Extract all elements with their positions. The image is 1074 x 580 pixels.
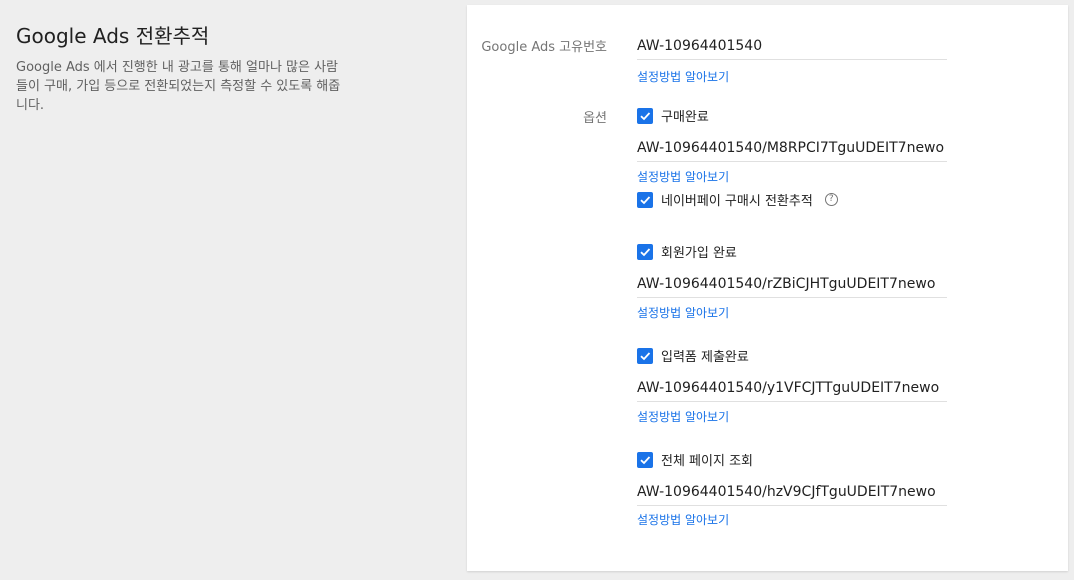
checkbox-all-page-view[interactable]: 전체 페이지 조회 xyxy=(637,450,753,469)
form-submit-field[interactable] xyxy=(637,377,947,402)
settings-card: Google Ads 고유번호 설정방법 알아보기 옵션 구매완료 설정방법 알… xyxy=(467,5,1068,571)
ads-id-label: Google Ads 고유번호 xyxy=(481,40,607,55)
page-description: Google Ads 에서 진행한 내 광고를 통해 얼마나 많은 사람들이 구… xyxy=(16,60,341,113)
checkbox-purchase-complete[interactable]: 구매완료 xyxy=(637,106,709,125)
all-page-view-input[interactable] xyxy=(637,481,947,503)
purchase-complete-help-link[interactable]: 설정방법 알아보기 xyxy=(637,168,729,185)
signup-complete-field[interactable] xyxy=(637,273,947,298)
checkbox-label: 구매완료 xyxy=(661,110,709,125)
options-label: 옵션 xyxy=(583,111,607,126)
checkbox-checked-icon[interactable] xyxy=(637,347,653,364)
checkbox-checked-icon[interactable] xyxy=(637,107,653,124)
signup-complete-help-link[interactable]: 설정방법 알아보기 xyxy=(637,304,729,321)
form-submit-help-link[interactable]: 설정방법 알아보기 xyxy=(637,408,729,425)
purchase-complete-input[interactable] xyxy=(637,137,947,159)
all-page-view-field[interactable] xyxy=(637,481,947,506)
question-circle-icon[interactable]: ? xyxy=(824,193,838,206)
checkbox-label: 네이버페이 구매시 전환추적 xyxy=(661,194,813,209)
page-title: Google Ads 전환추적 xyxy=(16,24,210,48)
checkbox-label: 입력폼 제출완료 xyxy=(661,350,749,365)
checkbox-label: 전체 페이지 조회 xyxy=(661,454,753,469)
ads-id-field[interactable] xyxy=(637,35,947,60)
signup-complete-input[interactable] xyxy=(637,273,947,295)
checkbox-signup-complete[interactable]: 회원가입 완료 xyxy=(637,242,737,261)
checkbox-checked-icon[interactable] xyxy=(637,451,653,468)
all-page-view-help-link[interactable]: 설정방법 알아보기 xyxy=(637,511,729,528)
checkbox-form-submit-complete[interactable]: 입력폼 제출완료 xyxy=(637,346,749,365)
ads-id-help-link[interactable]: 설정방법 알아보기 xyxy=(637,68,729,85)
ads-id-input[interactable] xyxy=(637,35,947,57)
form-submit-input[interactable] xyxy=(637,377,947,399)
checkbox-naverpay-conversion[interactable]: 네이버페이 구매시 전환추적 ? xyxy=(637,190,838,209)
purchase-complete-field[interactable] xyxy=(637,137,947,162)
checkbox-checked-icon[interactable] xyxy=(637,191,653,208)
section-header: Google Ads 전환추적 Google Ads 에서 진행한 내 광고를 … xyxy=(16,22,346,115)
checkbox-checked-icon[interactable] xyxy=(637,243,653,260)
checkbox-label: 회원가입 완료 xyxy=(661,246,737,261)
